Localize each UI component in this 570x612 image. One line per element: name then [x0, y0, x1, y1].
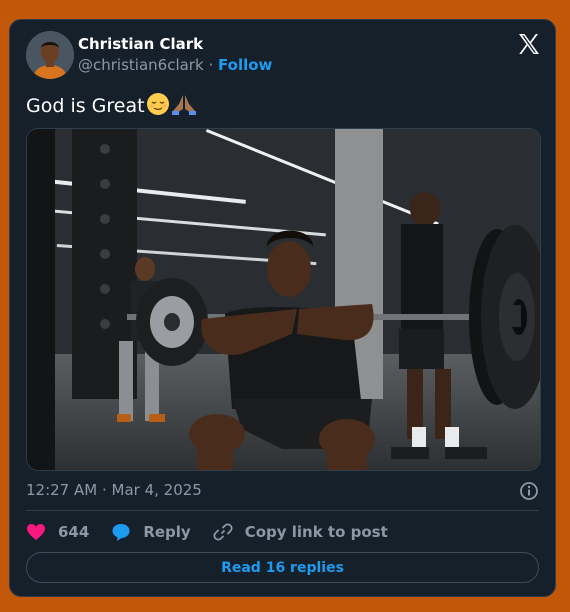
tweet-timestamp[interactable]: 12:27 AM · Mar 4, 2025: [26, 481, 202, 499]
link-icon: [213, 523, 233, 541]
separator: ·: [208, 56, 214, 74]
folded-hands-icon: [171, 92, 197, 121]
x-logo-icon[interactable]: [517, 32, 541, 56]
read-replies-button[interactable]: Read 16 replies: [26, 552, 539, 583]
read-replies-label: Read 16 replies: [221, 559, 344, 576]
reply-button[interactable]: Reply: [111, 522, 191, 542]
reply-label: Reply: [143, 523, 191, 541]
tweet-photo[interactable]: [26, 128, 541, 471]
info-icon[interactable]: [519, 481, 539, 501]
follow-button[interactable]: Follow: [218, 56, 272, 74]
heart-icon: [27, 524, 45, 540]
like-button[interactable]: 644: [26, 523, 89, 541]
author-handle[interactable]: @christian6clark: [78, 56, 204, 74]
tweet-text: God is Great: [26, 92, 197, 121]
avatar[interactable]: [26, 31, 74, 79]
author-handle-row: @christian6clark · Follow: [78, 56, 272, 74]
divider: [26, 510, 539, 511]
like-count: 644: [58, 523, 90, 541]
copy-link-label: Copy link to post: [244, 523, 388, 541]
action-bar: 644 Reply Copy link to post: [26, 521, 410, 543]
tweet-text-content: God is Great: [26, 95, 145, 117]
copy-link-button[interactable]: Copy link to post: [213, 522, 388, 542]
author-name[interactable]: Christian Clark: [78, 35, 203, 53]
reply-bubble-icon: [112, 524, 130, 541]
relieved-face-icon: [146, 92, 170, 121]
tweet-embed-card: Christian Clark @christian6clark · Follo…: [9, 19, 556, 597]
